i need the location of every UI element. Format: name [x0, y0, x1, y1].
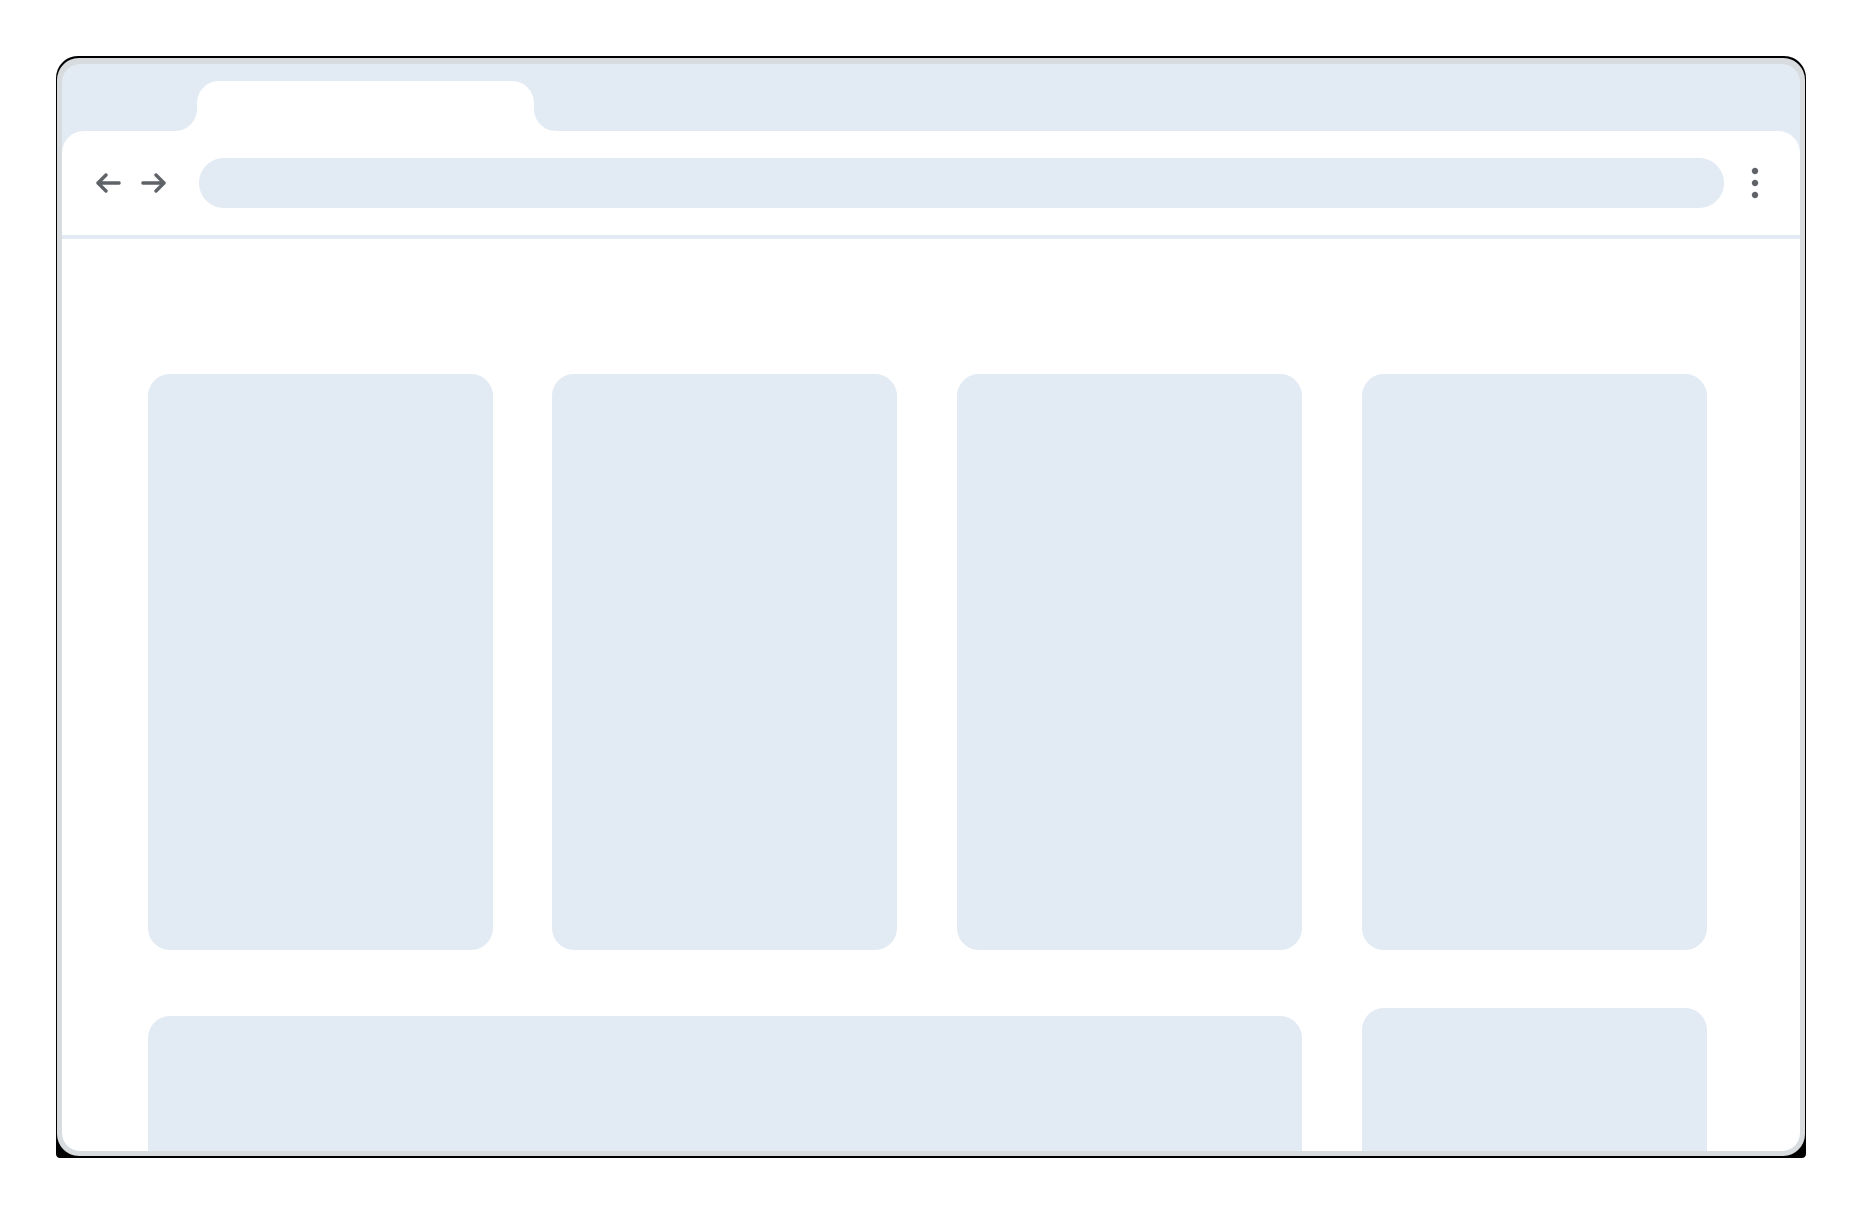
toolbar-divider: [62, 235, 1800, 239]
address-bar[interactable]: [199, 158, 1724, 208]
screenshot-stage: [0, 0, 1861, 1214]
browser-window: [62, 64, 1800, 1151]
arrow-right-icon: [141, 173, 166, 193]
content-card-3[interactable]: [957, 374, 1302, 950]
active-tab[interactable]: [197, 81, 534, 131]
tab-right-curve: [534, 101, 564, 131]
content-card-2[interactable]: [552, 374, 897, 950]
back-button[interactable]: [90, 165, 126, 201]
content-card-4[interactable]: [1362, 374, 1707, 950]
kebab-menu-icon: [1751, 167, 1759, 199]
browser-toolbar: [62, 131, 1800, 235]
content-card-1[interactable]: [148, 374, 493, 950]
content-card-wide[interactable]: [148, 1016, 1302, 1151]
browser-content: [62, 131, 1800, 1151]
forward-button[interactable]: [136, 165, 172, 201]
menu-button[interactable]: [1743, 163, 1767, 203]
content-card-side[interactable]: [1362, 1008, 1707, 1151]
tab-left-curve: [167, 101, 197, 131]
arrow-left-icon: [96, 173, 121, 193]
